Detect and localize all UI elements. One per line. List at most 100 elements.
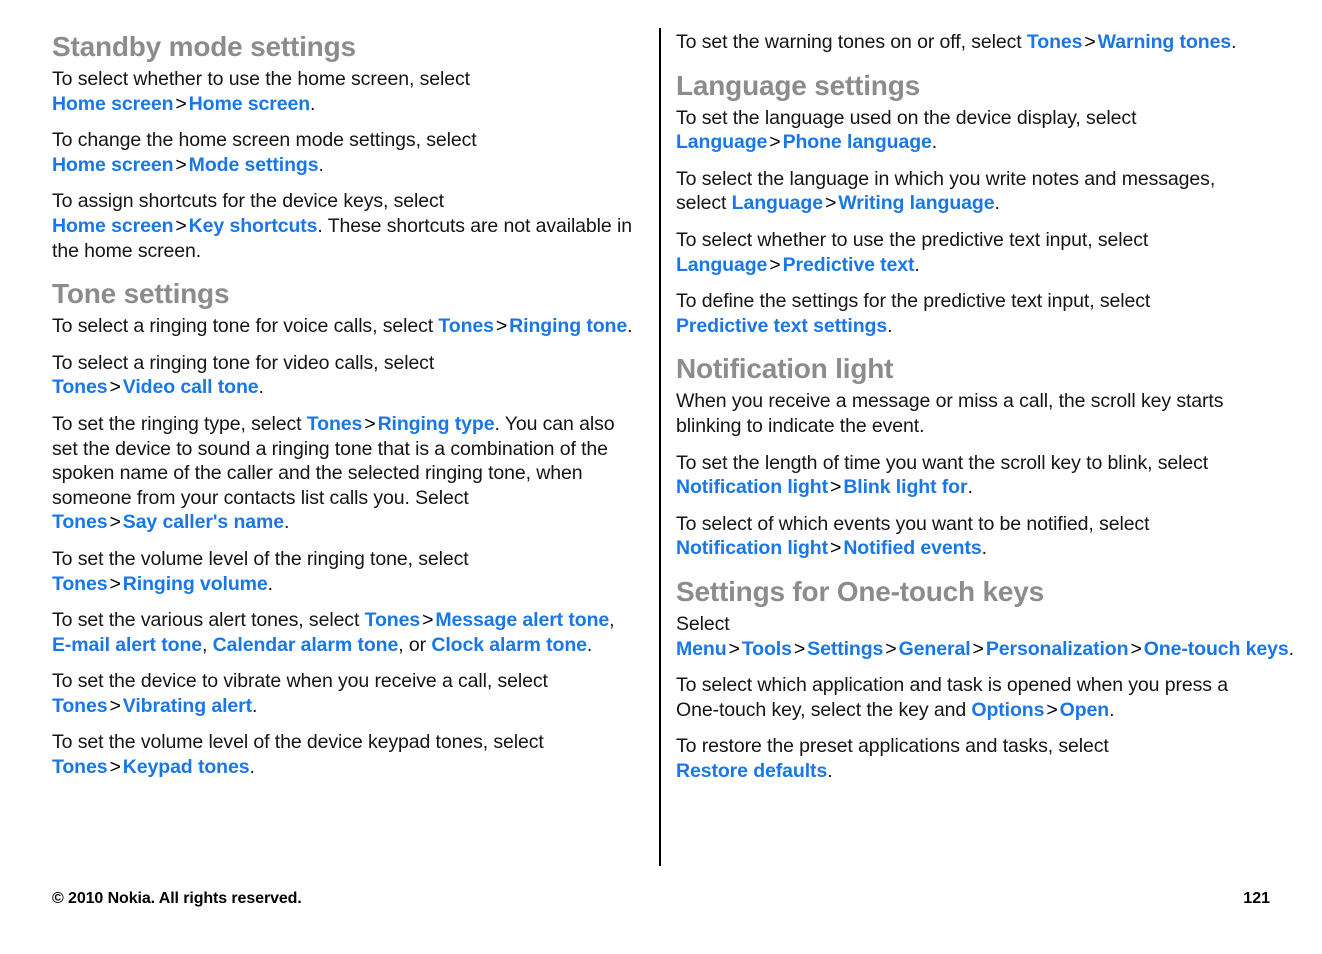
menu-path-link[interactable]: Home screen xyxy=(52,154,173,176)
body-text: To select whether to use the predictive … xyxy=(676,228,1149,251)
menu-path-link[interactable]: Open xyxy=(1060,699,1110,721)
body-text: When you receive a message or miss a cal… xyxy=(676,390,1224,437)
path-separator-icon: > xyxy=(1046,698,1058,721)
menu-path-link[interactable]: Restore defaults xyxy=(676,760,827,782)
menu-path-link[interactable]: Ringing tone xyxy=(509,315,627,337)
body-text: To set the volume level of the ringing t… xyxy=(52,547,469,570)
body-text: . xyxy=(318,153,324,176)
menu-path-link[interactable]: Tones xyxy=(52,573,108,595)
body-text: To select which application and task is … xyxy=(676,674,1228,721)
paragraph: To change the home screen mode settings,… xyxy=(52,128,644,177)
body-text: . xyxy=(967,476,973,499)
body-text: To set the length of time you want the s… xyxy=(676,451,1209,474)
menu-path-link[interactable]: Notification light xyxy=(676,537,828,559)
body-text: . xyxy=(586,633,593,656)
menu-path-link[interactable]: Ringing type xyxy=(378,413,495,435)
paragraph: To select the language in which you writ… xyxy=(676,167,1268,216)
path-separator-icon: > xyxy=(830,476,842,499)
path-separator-icon: > xyxy=(769,253,781,276)
path-separator-icon: > xyxy=(109,572,121,595)
menu-path-link[interactable]: Personalization xyxy=(986,638,1129,660)
menu-path-link[interactable]: Key shortcuts xyxy=(189,215,318,237)
menu-path-link[interactable]: Tones xyxy=(438,315,494,337)
menu-path-link[interactable]: Menu xyxy=(676,638,727,660)
menu-path-link[interactable]: One-touch keys xyxy=(1144,638,1289,660)
menu-path-link[interactable]: Vibrating alert xyxy=(123,695,252,717)
menu-path-link[interactable]: Ringing volume xyxy=(123,573,268,595)
path-separator-icon: > xyxy=(175,214,187,237)
path-separator-icon: > xyxy=(109,756,121,779)
body-text: Select xyxy=(676,612,730,635)
menu-path-link[interactable]: Video call tone xyxy=(123,376,259,398)
body-text: . xyxy=(1288,637,1294,660)
section-heading: Tone settings xyxy=(52,278,230,310)
body-text: To define the settings for the predictiv… xyxy=(676,290,1151,313)
menu-path-link[interactable]: Home screen xyxy=(52,93,173,115)
path-separator-icon: > xyxy=(175,153,187,176)
menu-path-link[interactable]: Tools xyxy=(742,638,792,660)
body-text: , xyxy=(202,633,213,656)
paragraph: To set the volume level of the ringing t… xyxy=(52,547,644,596)
paragraph: To select whether to use the predictive … xyxy=(676,228,1268,277)
menu-path-link[interactable]: General xyxy=(899,638,971,660)
menu-path-link[interactable]: Message alert tone xyxy=(435,609,609,631)
menu-path-link[interactable]: Home screen xyxy=(52,215,173,237)
menu-path-link[interactable]: E-mail alert tone xyxy=(52,634,202,656)
body-text: , xyxy=(609,609,615,632)
menu-path-link[interactable]: Say caller's name xyxy=(123,511,284,533)
menu-path-link[interactable]: Options xyxy=(971,699,1044,721)
menu-path-link[interactable]: Keypad tones xyxy=(123,756,250,778)
body-text: . xyxy=(1231,31,1237,53)
menu-path-link[interactable]: Settings xyxy=(807,638,883,660)
path-separator-icon: > xyxy=(495,315,508,338)
path-separator-icon: > xyxy=(769,131,781,154)
page-columns: Standby mode settings To select whether t… xyxy=(52,30,1294,865)
footer-copyright: © 2010 Nokia. All rights reserved. xyxy=(52,890,302,907)
menu-path-link[interactable]: Tones xyxy=(52,511,108,533)
path-separator-icon: > xyxy=(109,694,121,717)
paragraph: To restore the preset applications and t… xyxy=(676,734,1268,783)
paragraph: Select Menu > Tools > Settings > General > Perso… xyxy=(676,612,1294,661)
menu-path-link[interactable]: Tones xyxy=(1027,31,1083,53)
menu-path-link[interactable]: Home screen xyxy=(189,93,310,115)
path-separator-icon: > xyxy=(109,511,121,534)
menu-path-link[interactable]: Language xyxy=(732,192,823,214)
body-text: To select a ringing tone for voice calls… xyxy=(52,315,439,338)
paragraph: To set the ringing type, select Tones > Ri… xyxy=(52,412,644,535)
path-separator-icon: > xyxy=(830,537,842,560)
paragraph: To select of which events you want to be… xyxy=(676,512,1268,561)
body-text: . xyxy=(252,694,258,717)
menu-path-link[interactable]: Clock alarm tone xyxy=(431,634,587,656)
menu-path-link[interactable]: Mode settings xyxy=(189,154,319,176)
menu-path-link[interactable]: Phone language xyxy=(783,131,932,153)
body-text: . xyxy=(914,253,920,276)
path-separator-icon: > xyxy=(364,412,376,435)
paragraph: To set the device to vibrate when you re… xyxy=(52,669,644,718)
menu-path-link[interactable]: Language xyxy=(676,131,767,153)
body-text: To restore the preset applications and t… xyxy=(676,735,1109,758)
paragraph: To select a ringing tone for voice calls… xyxy=(52,314,644,339)
menu-path-link[interactable]: Tones xyxy=(52,376,108,398)
section-heading: Notification light xyxy=(676,353,894,385)
menu-path-link[interactable]: Tones xyxy=(307,413,363,435)
menu-path-link[interactable]: Tones xyxy=(365,609,421,631)
body-text: To set the warning tones on or off, sele… xyxy=(676,31,1027,53)
path-separator-icon: > xyxy=(885,637,897,660)
menu-path-link[interactable]: Predictive text settings xyxy=(676,315,887,337)
menu-path-link[interactable]: Tones xyxy=(52,756,108,778)
body-text: . xyxy=(1109,698,1115,721)
menu-path-link[interactable]: Notification light xyxy=(676,476,828,498)
paragraph: To assign shortcuts for the device keys,… xyxy=(52,189,644,263)
menu-path-link[interactable]: Calendar alarm tone xyxy=(213,634,399,656)
menu-path-link[interactable]: Predictive text xyxy=(783,254,915,276)
body-text: To select a ringing tone for video calls… xyxy=(52,351,435,374)
menu-path-link[interactable]: Blink light for xyxy=(843,476,967,498)
path-separator-icon: > xyxy=(422,609,434,632)
menu-path-link[interactable]: Writing language xyxy=(838,192,994,214)
menu-path-link[interactable]: Warning tones xyxy=(1098,31,1232,53)
body-text: . xyxy=(267,572,273,595)
menu-path-link[interactable]: Language xyxy=(676,254,767,276)
body-text: To set the language used on the device d… xyxy=(676,106,1137,129)
menu-path-link[interactable]: Tones xyxy=(52,695,108,717)
menu-path-link[interactable]: Notified events xyxy=(843,537,981,559)
